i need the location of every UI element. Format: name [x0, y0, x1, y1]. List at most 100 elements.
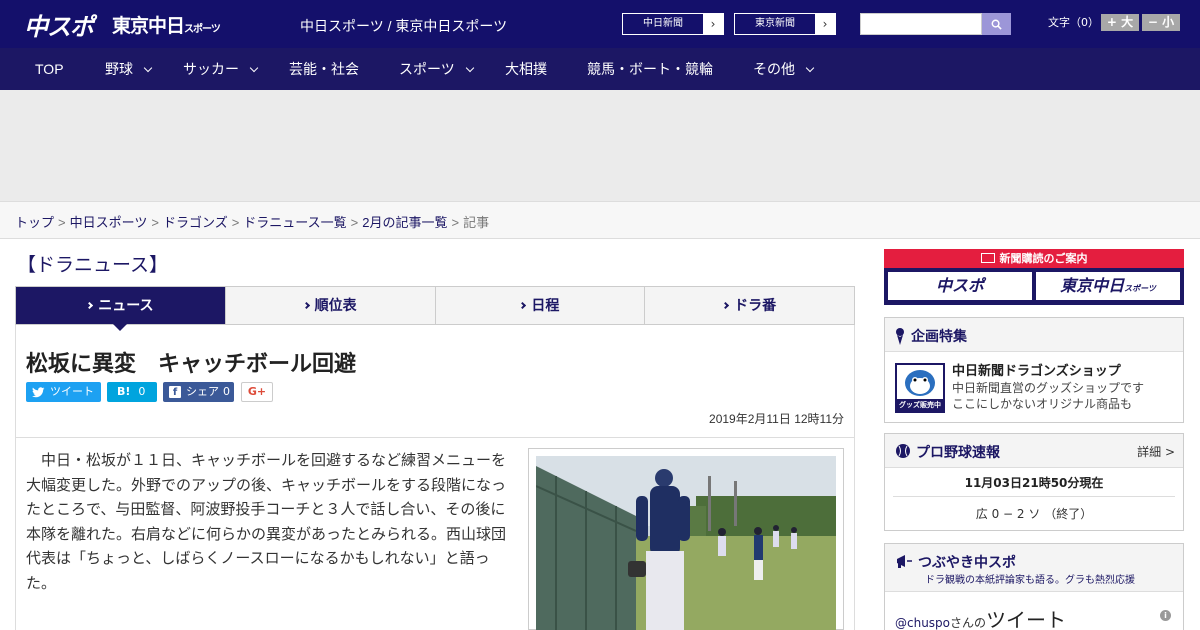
- nav-item-sumo[interactable]: 大相撲: [505, 48, 547, 90]
- tokyo-chunichi-logo-sub: スポーツ: [184, 24, 221, 35]
- tweet-label: ツイート: [50, 385, 94, 398]
- tokyo-chunichi-logo[interactable]: 東京中日スポーツ: [112, 11, 221, 38]
- chevron-down-icon: [465, 63, 474, 73]
- breadcrumb-link[interactable]: ドラニュース一覧: [243, 215, 346, 230]
- twitter-bird-icon: [32, 386, 45, 397]
- subscription-banner[interactable]: 新聞購読のご案内 中スポ 東京中日スポーツ: [884, 249, 1184, 305]
- font-larger-button[interactable]: + 大: [1101, 14, 1139, 31]
- chevron-right-icon: [519, 301, 527, 310]
- breadcrumb-separator: >: [451, 215, 460, 230]
- hatena-count: 0: [138, 385, 146, 398]
- subscription-text: 新聞購読のご案内: [999, 252, 1088, 265]
- tweet-header: @chuspoさんのツイート: [895, 604, 1066, 630]
- chevron-down-icon: [249, 63, 259, 73]
- megaphone-icon: [897, 555, 912, 568]
- breadcrumb-link[interactable]: ドラゴンズ: [163, 215, 228, 230]
- shop-description: 中日新聞直営のグッズショップです ここにしかないオリジナル商品も: [952, 380, 1144, 412]
- thumbnail-label: グッズ販売中: [899, 401, 941, 409]
- chevron-down-icon: [805, 63, 815, 73]
- chevron-right-icon: [722, 301, 730, 310]
- nav-item-other[interactable]: その他: [753, 48, 815, 90]
- hatena-bookmark-button[interactable]: B! 0: [107, 382, 157, 402]
- tab-label: 日程: [531, 297, 560, 313]
- breadcrumb-separator: >: [350, 215, 359, 230]
- section-tabs: ニュース 順位表 日程 ドラ番: [15, 286, 855, 331]
- tokyo-shimbun-link[interactable]: 東京新聞 ›: [734, 13, 836, 35]
- nav-item-sports[interactable]: スポーツ: [399, 48, 474, 90]
- photo-illustration: [536, 456, 836, 630]
- special-feature-panel: 企画特集 グッズ販売中 中日新聞ドラゴンズショップ 中日新聞直営のグッズショップ…: [884, 317, 1184, 423]
- tab-news[interactable]: ニュース: [16, 287, 226, 331]
- tokyo-shimbun-label: 東京新聞: [755, 18, 795, 29]
- section-title: 【ドラニュース】: [17, 255, 169, 276]
- baseball-icon: [896, 444, 910, 458]
- site-name[interactable]: 中日スポーツ / 東京中日スポーツ: [300, 16, 507, 36]
- breadcrumb-link[interactable]: 中日スポーツ: [70, 215, 148, 230]
- subscribe-tokyo-logo-text: 東京中日: [1060, 276, 1125, 295]
- nav-label: 芸能・社会: [289, 61, 359, 77]
- chevron-right-icon: ›: [815, 14, 835, 34]
- tab-reporter[interactable]: ドラ番: [645, 287, 854, 324]
- panel-header: つぶやき中スポ ドラ観戦の本紙評論家も語る。グラも熱烈応援: [885, 544, 1183, 592]
- dragons-shop-thumbnail[interactable]: グッズ販売中: [895, 363, 945, 413]
- score-result[interactable]: 広 0 − 2 ソ （終了）: [885, 505, 1183, 522]
- tokyo-chunichi-logo-text: 東京中日: [112, 15, 185, 37]
- facebook-label: シェア: [186, 385, 219, 398]
- breadcrumb-separator: >: [231, 215, 240, 230]
- subscribe-tokyo-logo: 東京中日スポーツ: [1036, 272, 1180, 300]
- score-update-time: 11月03日21時50分現在: [964, 476, 1104, 490]
- nav-label: TOP: [35, 61, 64, 77]
- nav-label: 大相撲: [505, 61, 547, 77]
- nav-label: 競馬・ボート・競輪: [587, 61, 713, 77]
- panel-title: プロ野球速報: [916, 444, 1000, 460]
- article-divider: [15, 437, 855, 438]
- search-icon: [991, 19, 1002, 30]
- tab-label: 順位表: [314, 297, 357, 313]
- twitter-handle-link[interactable]: @chuspo: [895, 616, 950, 630]
- panel-header: 企画特集: [885, 318, 1183, 352]
- tab-label: ドラ番: [734, 297, 777, 313]
- tab-schedule[interactable]: 日程: [436, 287, 646, 324]
- shop-title[interactable]: 中日新聞ドラゴンズショップ: [952, 360, 1121, 379]
- newspaper-icon: [980, 253, 995, 263]
- shop-desc-line: 中日新聞直営のグッズショップです: [952, 381, 1145, 395]
- breadcrumb-link[interactable]: 2月の記事一覧: [362, 215, 447, 230]
- font-size-label: 文字（0）: [1048, 16, 1099, 29]
- chunichi-shimbun-link[interactable]: 中日新聞 ›: [622, 13, 724, 35]
- nav-item-soccer[interactable]: サッカー: [183, 48, 259, 90]
- shop-desc-line: ここにしかないオリジナル商品も: [952, 397, 1133, 411]
- tab-standings[interactable]: 順位表: [226, 287, 436, 324]
- info-icon[interactable]: i: [1160, 610, 1171, 621]
- chevron-right-icon: [86, 301, 94, 310]
- breadcrumb: トップ > 中日スポーツ > ドラゴンズ > ドラニュース一覧 >2月の記事一覧 > 記事: [15, 212, 489, 231]
- article-photo[interactable]: [536, 456, 836, 630]
- facebook-share-button[interactable]: f シェア 0: [163, 382, 234, 402]
- baseball-score-panel: プロ野球速報 詳細 > 11月03日21時50分現在 広 0 − 2 ソ （終了…: [884, 433, 1184, 531]
- nav-item-entertainment[interactable]: 芸能・社会: [289, 48, 359, 90]
- facebook-icon: f: [169, 386, 181, 398]
- chuspo-logo[interactable]: 中スポ: [24, 7, 94, 42]
- panel-title: 企画特集: [911, 328, 967, 344]
- chunichi-shimbun-label: 中日新聞: [643, 18, 683, 29]
- font-smaller-button[interactable]: − 小: [1142, 14, 1180, 31]
- search-input[interactable]: [860, 13, 982, 35]
- tweet-label: ツイート: [986, 608, 1067, 630]
- tweet-button[interactable]: ツイート: [26, 382, 101, 402]
- score-detail-link[interactable]: 詳細 >: [1137, 443, 1175, 460]
- tweet-suffix: さんの: [950, 616, 987, 630]
- breadcrumb-current: 記事: [463, 215, 490, 230]
- nav-item-top[interactable]: TOP: [35, 48, 64, 90]
- top-header: 中スポ 東京中日スポーツ 中日スポーツ / 東京中日スポーツ 中日新聞 › 東京…: [0, 0, 1200, 48]
- google-plus-button[interactable]: G+: [241, 382, 273, 402]
- nav-item-racing[interactable]: 競馬・ボート・競輪: [587, 48, 713, 90]
- breadcrumb-link[interactable]: トップ: [15, 215, 54, 230]
- score-divider: [893, 496, 1175, 497]
- nav-label: 野球: [105, 61, 133, 77]
- chevron-right-icon: [302, 301, 310, 310]
- tweets-panel: つぶやき中スポ ドラ観戦の本紙評論家も語る。グラも熱烈応援 @chuspoさんの…: [884, 543, 1184, 630]
- search-button[interactable]: [982, 13, 1011, 35]
- article-timestamp: 2019年2月11日 12時11分: [709, 412, 844, 426]
- main-nav: TOP 野球 サッカー 芸能・社会 スポーツ 大相撲 競馬・ボート・競輪 その他: [0, 48, 1200, 90]
- nav-item-baseball[interactable]: 野球: [105, 48, 153, 90]
- article-body: 中日・松坂が１１日、キャッチボールを回避するなど練習メニューを大幅変更した。外野…: [26, 452, 507, 592]
